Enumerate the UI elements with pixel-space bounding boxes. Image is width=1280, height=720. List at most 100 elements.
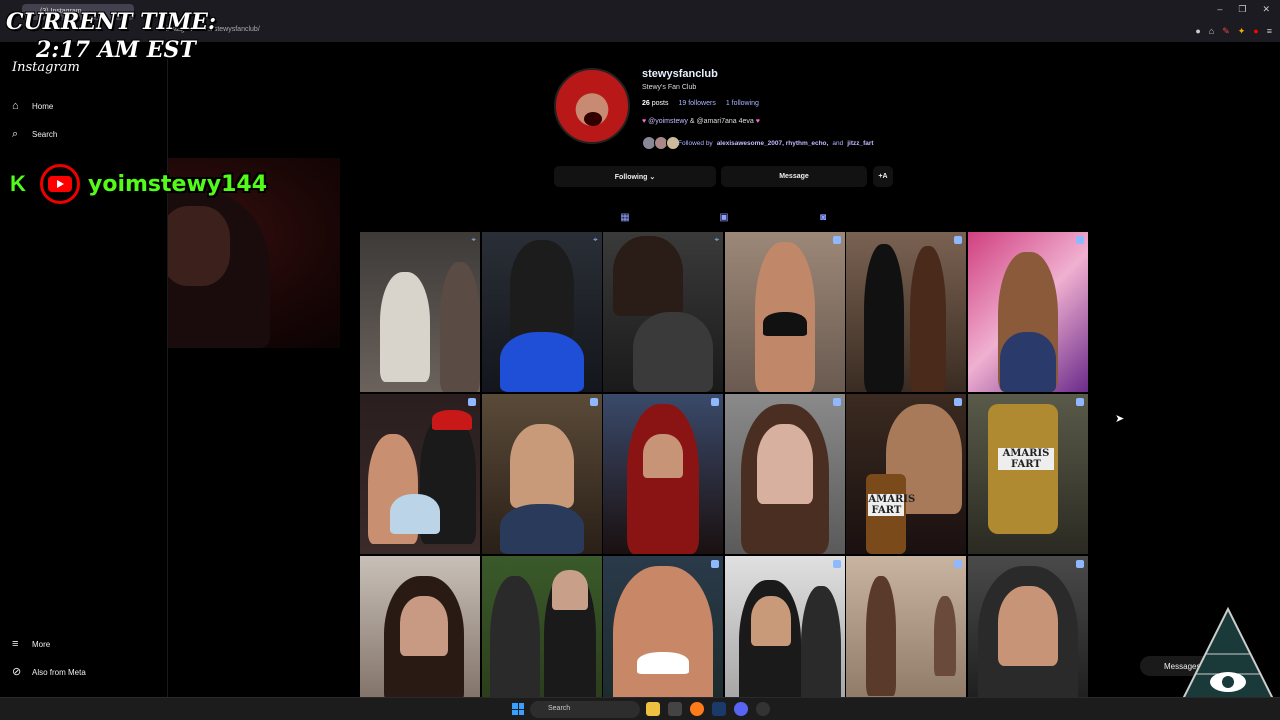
- extension-icon[interactable]: ✦: [1238, 26, 1246, 37]
- post-thumbnail[interactable]: AMARIS FART: [846, 394, 967, 554]
- discord-icon[interactable]: [734, 702, 748, 716]
- followers-link[interactable]: 19 followers: [678, 100, 715, 107]
- extension-icon[interactable]: ●: [1195, 26, 1200, 37]
- posts-grid-icon[interactable]: ▦: [618, 212, 632, 226]
- reel-icon: [832, 560, 841, 568]
- terminal-icon[interactable]: [668, 702, 682, 716]
- firefox-icon[interactable]: [690, 702, 704, 716]
- bio-text: &: [689, 118, 695, 125]
- post-thumbnail[interactable]: [846, 232, 967, 392]
- post-thumbnail[interactable]: [603, 556, 724, 716]
- time-label: CURRENT TIME:: [6, 9, 217, 35]
- sidebar-item-label: Also from Meta: [32, 667, 86, 677]
- reel-icon: [1075, 560, 1084, 568]
- sidebar-item-label: Home: [32, 101, 54, 111]
- puzzle-icon[interactable]: ⌂: [1209, 26, 1214, 37]
- steam-icon[interactable]: [712, 702, 726, 716]
- webcam-face: [160, 206, 230, 286]
- reel-icon: [1075, 398, 1084, 406]
- home-icon: ⌂: [12, 100, 19, 112]
- post-thumbnail[interactable]: ⌖: [360, 232, 480, 392]
- extension-icon[interactable]: ✎: [1222, 26, 1230, 37]
- profile-stats: 26 posts 19 followers 1 following: [642, 100, 759, 107]
- reel-icon: [711, 398, 720, 406]
- reel-icon: [954, 398, 963, 406]
- channel-badge: K yoimstewy144: [10, 164, 267, 204]
- reel-icon: [954, 560, 963, 568]
- tagged-icon[interactable]: ◙: [816, 212, 830, 226]
- post-thumbnail[interactable]: ⌖: [603, 232, 724, 392]
- profile-tabs: ▦ ▣ ◙: [360, 212, 1088, 228]
- posts-count: 26 posts: [642, 100, 669, 107]
- sidebar-item-home[interactable]: ⌂ Home: [12, 100, 53, 112]
- sidebar-item-also-from-meta[interactable]: ⊘ Also from Meta: [12, 666, 86, 678]
- time-value: 2:17 AM EST: [36, 37, 196, 63]
- followed-by-and: and: [832, 139, 844, 147]
- taskbar: Search: [0, 697, 1280, 720]
- profile-username: stewysfanclub: [642, 68, 718, 80]
- minimize-icon[interactable]: –: [1217, 4, 1222, 15]
- followed-by-last: jitzz_fart: [847, 139, 874, 147]
- followed-by-prefix: Followed by: [678, 139, 713, 147]
- post-thumbnail[interactable]: [724, 232, 845, 392]
- windows-start-icon[interactable]: [512, 703, 524, 715]
- jar-label: AMARIS FART: [868, 494, 916, 516]
- reel-icon: [468, 398, 476, 406]
- pyramid-eye-icon: [1181, 606, 1275, 700]
- jar-label: AMARIS FART: [997, 448, 1054, 470]
- sidebar-item-search[interactable]: ⌕ Search: [12, 128, 57, 140]
- post-thumbnail[interactable]: [360, 394, 480, 554]
- post-thumbnail[interactable]: [724, 394, 845, 554]
- channel-handle: yoimstewy144: [88, 171, 268, 197]
- profile-full-name: Stewy's Fan Club: [642, 84, 697, 91]
- sidebar-item-more[interactable]: ≡ More: [12, 638, 50, 650]
- bio-mention[interactable]: @yoimstewy: [648, 118, 688, 125]
- followed-by[interactable]: Followed by alexisawesome_2007, rhythm_e…: [642, 136, 874, 150]
- post-thumbnail[interactable]: [724, 556, 845, 716]
- post-thumbnail[interactable]: ⌖: [481, 232, 602, 392]
- folder-icon[interactable]: [646, 702, 660, 716]
- post-thumbnail[interactable]: AMARIS FART: [967, 394, 1088, 554]
- add-user-button[interactable]: +A: [873, 166, 893, 187]
- following-button[interactable]: Following ⌄: [554, 166, 716, 187]
- posts-grid: ⌖ ⌖ ⌖ AMARIS FART AMARIS FART: [360, 232, 1088, 716]
- followed-by-names: alexisawesome_2007, rhythm_echo,: [716, 139, 829, 147]
- kick-icon: K: [10, 173, 32, 195]
- post-thumbnail[interactable]: [481, 556, 602, 716]
- post-thumbnail[interactable]: [967, 232, 1088, 392]
- sidebar-item-label: More: [32, 639, 51, 649]
- address-bar[interactable]: instagram.com/stewysfanclub/: [148, 26, 1048, 40]
- reel-icon: [954, 236, 963, 244]
- menu-icon[interactable]: ≡: [1267, 26, 1272, 37]
- youtube-icon: [40, 164, 80, 204]
- sidebar: Instagram ⌂ Home ⌕ Search ≡ More ⊘ Also …: [0, 42, 168, 697]
- pin-icon: ⌖: [471, 235, 476, 244]
- bio-mention[interactable]: @amari7ana 4eva: [696, 118, 753, 125]
- heart-icon: ♥: [755, 118, 760, 125]
- post-thumbnail[interactable]: [846, 556, 967, 716]
- post-thumbnail[interactable]: [481, 394, 602, 554]
- app-icon[interactable]: [756, 702, 770, 716]
- message-button[interactable]: Message: [721, 166, 867, 187]
- post-thumbnail[interactable]: [603, 394, 724, 554]
- youtube-extension-icon[interactable]: ●: [1253, 26, 1258, 37]
- pin-icon: ⌖: [714, 235, 720, 244]
- restore-icon[interactable]: ❐: [1238, 4, 1246, 15]
- reel-icon: [589, 398, 598, 406]
- post-thumbnail[interactable]: [360, 556, 480, 716]
- reel-icon: [1075, 236, 1084, 244]
- pin-icon: ⌖: [593, 235, 598, 244]
- following-link[interactable]: 1 following: [726, 100, 759, 107]
- post-thumbnail[interactable]: [967, 556, 1088, 716]
- mouse-cursor-icon: ➤: [1115, 413, 1125, 425]
- reel-icon: [832, 398, 841, 406]
- taskbar-apps: [646, 702, 770, 716]
- close-icon[interactable]: ✕: [1262, 4, 1270, 15]
- reel-icon: [832, 236, 841, 244]
- sidebar-item-label: Search: [32, 129, 58, 139]
- profile-avatar[interactable]: [554, 68, 630, 144]
- current-time-overlay: CURRENT TIME: 2:17 AM EST: [6, 8, 216, 64]
- reels-icon[interactable]: ▣: [717, 212, 731, 226]
- profile-bio: ♥ @yoimstewy & @amari7ana 4eva ♥: [642, 118, 760, 125]
- taskbar-search[interactable]: Search: [530, 701, 640, 718]
